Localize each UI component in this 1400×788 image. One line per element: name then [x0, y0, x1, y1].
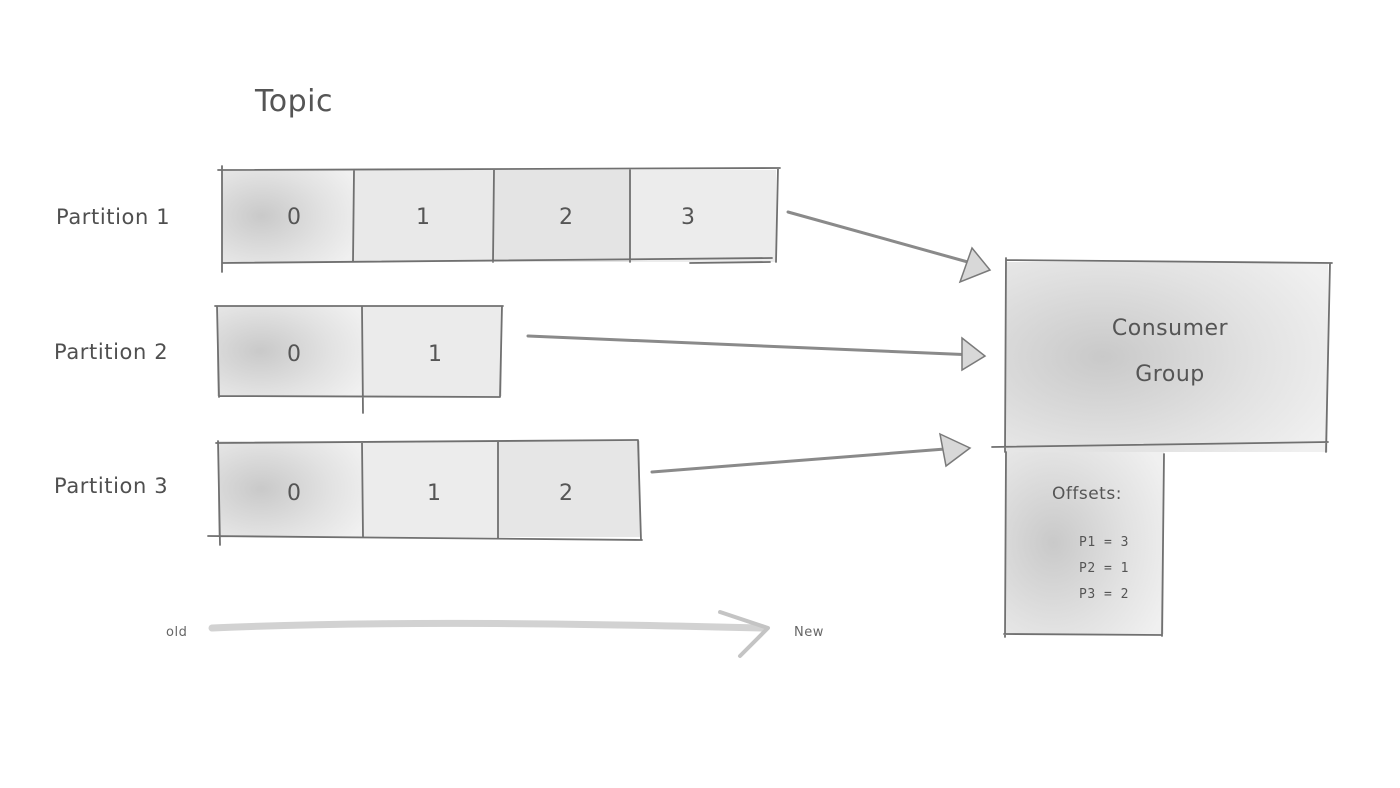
arrow-partition-1 [786, 210, 992, 284]
partition-3-offset: 1 [427, 481, 441, 506]
axis-start-label: old [166, 625, 188, 640]
offset-entry: P2 = 1 [1079, 561, 1129, 576]
partition-1-offset: 0 [287, 205, 301, 230]
time-axis-arrow [208, 610, 770, 658]
partition-3-offset: 2 [559, 481, 573, 506]
consumer-group-box [991, 257, 1333, 453]
partition-2-offset: 0 [287, 342, 301, 367]
partition-1-offset: 3 [681, 205, 695, 230]
offsets-title: Offsets: [1052, 484, 1122, 504]
consumer-group-title-line2: Group [1135, 362, 1205, 387]
partition-1-label: Partition 1 [56, 205, 171, 229]
partition-2-offset: 1 [428, 342, 442, 367]
partition-3-label: Partition 3 [54, 474, 169, 498]
offset-entry: P1 = 3 [1079, 535, 1129, 550]
arrow-partition-3 [650, 432, 972, 474]
consumer-group-title-line1: Consumer [1111, 316, 1229, 341]
axis-end-label: New [794, 625, 824, 640]
partition-1-offset: 1 [416, 205, 430, 230]
diagram-art [207, 165, 1333, 658]
partition-2-row [214, 305, 504, 414]
partition-1-offset: 2 [559, 205, 573, 230]
offset-entry: P3 = 2 [1079, 587, 1129, 602]
partition-3-offset: 0 [287, 481, 301, 506]
arrow-partition-2 [526, 334, 987, 372]
topic-title: Topic [255, 84, 333, 119]
diagram-canvas: Topic Partition 1 Partition 2 Partition … [0, 0, 1400, 788]
partition-2-label: Partition 2 [54, 340, 169, 364]
